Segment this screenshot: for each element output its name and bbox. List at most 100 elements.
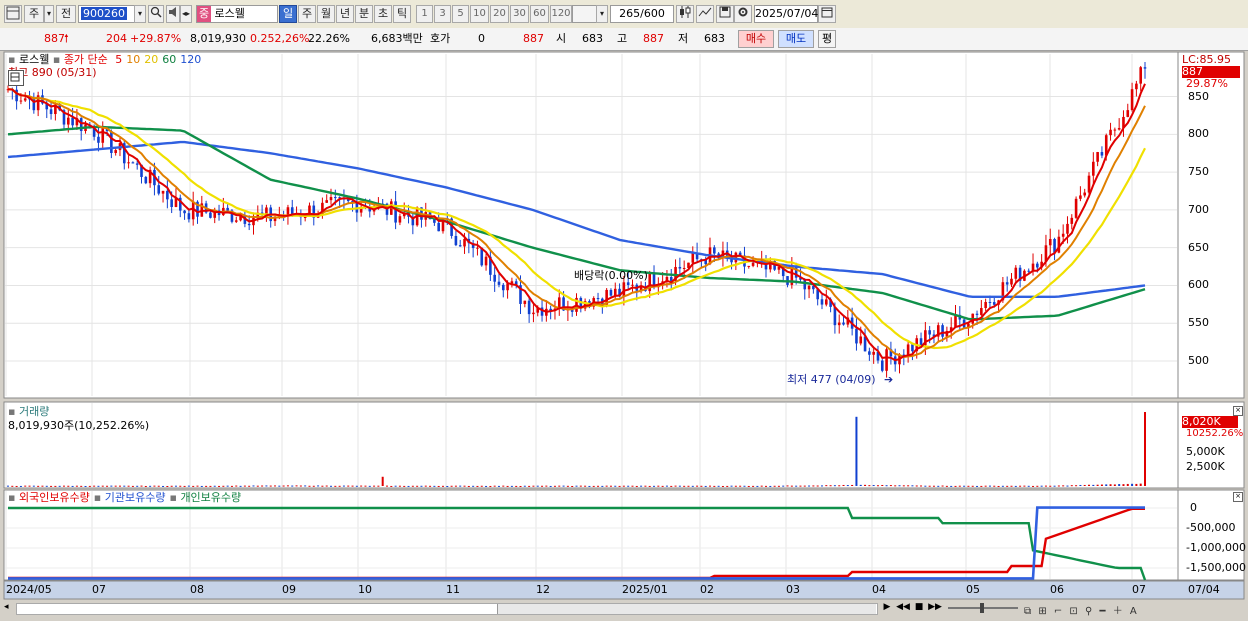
period-tab-6[interactable]: 틱 — [393, 5, 411, 23]
code-dropdown-icon[interactable]: ▾ — [134, 5, 146, 23]
volume-bar — [558, 485, 561, 487]
search-icon[interactable] — [148, 5, 164, 23]
calendar-icon[interactable] — [818, 5, 836, 23]
volume-bar — [678, 485, 681, 487]
volume-bar — [28, 485, 31, 487]
volume-bar — [368, 485, 371, 487]
gear-icon[interactable] — [734, 5, 752, 23]
interval-button-1[interactable]: 1 — [416, 5, 433, 23]
volume-bar — [945, 485, 948, 487]
code-input[interactable]: 900260 — [78, 5, 136, 23]
forward-icon[interactable]: ▶▶ — [928, 602, 942, 614]
candle-body — [1087, 175, 1091, 193]
scroll-left-icon[interactable]: ◂ — [4, 602, 12, 614]
play-icon[interactable]: ▶ — [880, 602, 894, 614]
volume-bar — [106, 485, 109, 487]
candle-body — [872, 351, 875, 355]
volume-close-icon[interactable]: × — [1233, 406, 1243, 416]
interval-button-10[interactable]: 10 — [470, 5, 489, 23]
volume-bar — [855, 416, 858, 486]
interval-button-5[interactable]: 5 — [452, 5, 469, 23]
candle-body — [1066, 223, 1069, 234]
draw-tool-icon[interactable] — [696, 5, 714, 23]
candle-body — [1113, 129, 1117, 131]
x-axis-label-3: 09 — [282, 583, 296, 596]
volume-bar — [101, 485, 104, 487]
candle-body — [527, 300, 531, 315]
zoom-slider[interactable] — [948, 603, 1018, 613]
candle-body — [454, 235, 458, 246]
sell-button[interactable]: 매도 — [778, 30, 814, 48]
interval-button-20[interactable]: 20 — [490, 5, 509, 23]
interval-button-60[interactable]: 60 — [530, 5, 549, 23]
period-tab-0[interactable]: 일 — [279, 5, 297, 23]
candle-body — [837, 322, 841, 326]
stop-icon[interactable]: ■ — [912, 602, 926, 614]
volume-bar — [222, 485, 225, 487]
volume-bar — [704, 485, 707, 487]
volume-bar — [24, 485, 27, 487]
mode-button[interactable]: 주 — [24, 5, 44, 23]
interval-dropdown-icon[interactable]: ▾ — [596, 5, 608, 23]
volume-bar — [687, 485, 690, 487]
candle-body — [1096, 152, 1099, 162]
date-field[interactable]: 2025/07/04 — [754, 5, 818, 23]
period-tab-1[interactable]: 주 — [298, 5, 316, 23]
zoom-slider-thumb[interactable] — [980, 603, 984, 613]
save-icon[interactable] — [716, 5, 734, 23]
mode-dropdown-icon[interactable]: ▾ — [44, 5, 54, 23]
volume-bar — [213, 485, 216, 487]
interval-button-120[interactable]: 120 — [550, 5, 572, 23]
interval-button-30[interactable]: 30 — [510, 5, 529, 23]
volume-bar — [829, 485, 832, 487]
candle-body — [497, 281, 501, 285]
horizontal-scrollbar[interactable] — [16, 603, 878, 615]
volume-tag: 8,020K — [1182, 416, 1238, 428]
candle-body — [1014, 267, 1018, 279]
period-tab-5[interactable]: 초 — [374, 5, 392, 23]
candle-body — [97, 136, 100, 143]
speaker-icon[interactable] — [166, 5, 180, 23]
prev-button[interactable]: 전 — [56, 5, 76, 23]
nav-arrows-icon[interactable]: ◂▸ — [180, 5, 192, 23]
candle-body — [992, 302, 996, 305]
volume-bar — [954, 485, 957, 487]
holding-close-icon[interactable]: × — [1233, 492, 1243, 502]
volume-bar — [342, 485, 345, 487]
period-tab-2[interactable]: 월 — [317, 5, 335, 23]
layout-icon[interactable] — [4, 5, 22, 23]
volume-bar — [937, 485, 940, 487]
panel-toggle-icon[interactable] — [8, 70, 24, 86]
volume-bar — [429, 485, 432, 487]
volume-bar — [7, 485, 9, 487]
name-field[interactable]: 중 로스웰 — [196, 5, 278, 23]
volume-bar — [497, 485, 500, 487]
eval-button[interactable]: 평 — [818, 30, 836, 48]
volume-bar — [584, 485, 587, 487]
chart-canvas[interactable] — [0, 50, 1248, 621]
period-tab-4[interactable]: 분 — [355, 5, 373, 23]
chart-tool-icons[interactable]: ⧉ ⊞ ⌐ ⊡ ⚲ ━ ＋ A — [1024, 602, 1238, 617]
volume-bar — [842, 484, 845, 486]
x-axis-label-7: 2025/01 — [622, 583, 668, 596]
volume-bar — [308, 485, 311, 487]
candle-body — [1048, 238, 1052, 246]
period-tab-3[interactable]: 년 — [336, 5, 354, 23]
volume-bar — [717, 485, 720, 487]
candle-body — [1010, 278, 1013, 285]
interval-button-3[interactable]: 3 — [434, 5, 451, 23]
rewind-icon[interactable]: ◀◀ — [896, 602, 910, 614]
candle-body — [682, 267, 686, 269]
volume-bar — [97, 485, 100, 487]
chart-area[interactable]: ▪ 로스웰 ▪ 종가 단순 5 10 20 60 120 최고 890 (05/31) … — [0, 50, 1248, 621]
candle-type-icon[interactable] — [676, 5, 694, 23]
volume-bar — [1010, 485, 1013, 487]
volume-bar — [506, 485, 509, 487]
buy-button[interactable]: 매수 — [738, 30, 774, 48]
volume-bar — [915, 485, 918, 487]
volume-bar — [493, 485, 496, 487]
candle-body — [458, 245, 462, 247]
scrollbar-thumb[interactable] — [497, 604, 876, 614]
volume-bar — [739, 485, 742, 487]
count-field[interactable]: 265/600 — [610, 5, 674, 23]
